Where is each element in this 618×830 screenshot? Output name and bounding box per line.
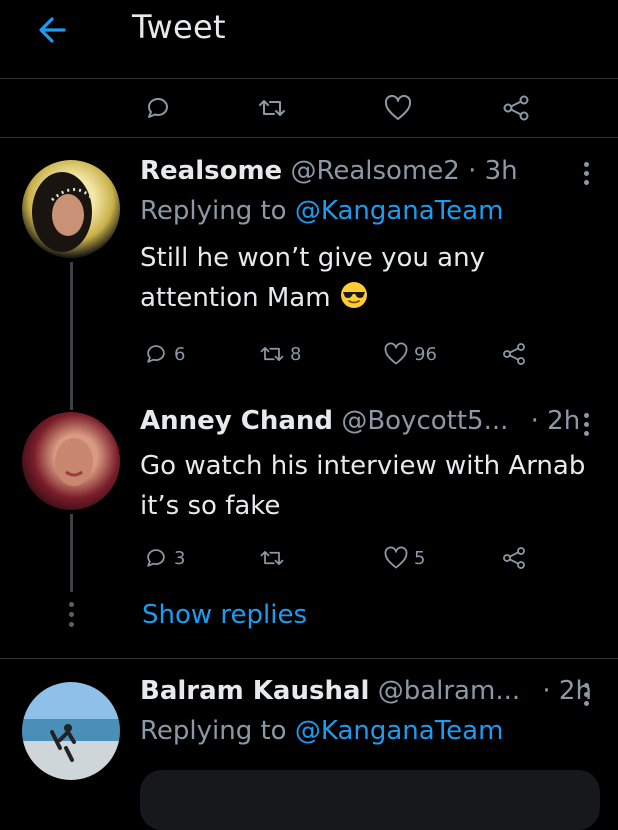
like-icon <box>382 340 410 368</box>
tweet-text: Still he won’t give you any attention Ma… <box>140 243 485 313</box>
author-handle: @Realsome2 · 3h <box>290 156 518 186</box>
like-button[interactable]: 5 <box>382 542 425 574</box>
author-name[interactable]: Realsome <box>140 156 282 186</box>
mention-link[interactable]: @KanganaTeam <box>295 716 504 746</box>
show-replies-link[interactable]: Show replies <box>142 600 307 630</box>
thread-line <box>70 262 73 410</box>
divider <box>0 658 618 659</box>
share-button[interactable] <box>500 338 528 370</box>
like-icon <box>382 544 410 572</box>
author-name[interactable]: Balram Kaushal <box>140 676 369 706</box>
more-options-icon[interactable] <box>581 683 591 707</box>
reply-icon <box>142 340 170 368</box>
share-icon <box>500 544 528 572</box>
like-button[interactable]: 96 <box>382 338 437 370</box>
tweet-header: Balram Kaushal @balram... · 2h <box>140 676 592 706</box>
top-bar: Tweet <box>0 0 618 79</box>
reply-button[interactable]: 6 <box>142 338 185 370</box>
reply-icon[interactable] <box>142 92 174 124</box>
media-card[interactable] <box>140 770 600 830</box>
tweet-text: Go watch his interview with Arnab it’s s… <box>140 451 586 521</box>
more-options-icon[interactable] <box>581 413 591 437</box>
replying-to: Replying to @KanganaTeam <box>140 196 504 226</box>
author-handle: @balram... <box>377 676 521 706</box>
avatar[interactable] <box>22 160 120 258</box>
retweet-button[interactable]: 8 <box>258 338 301 370</box>
page-title: Tweet <box>132 8 226 46</box>
share-button[interactable] <box>500 542 528 574</box>
avatar[interactable] <box>22 682 120 780</box>
thread-line <box>70 514 73 592</box>
back-arrow-icon[interactable] <box>34 12 70 48</box>
sunglasses-emoji-icon <box>339 280 369 310</box>
tweet-time: · 2h <box>530 406 581 436</box>
author-handle: @Boycott5... <box>341 406 509 436</box>
mention-link[interactable]: @KanganaTeam <box>295 196 504 226</box>
retweet-icon[interactable] <box>256 92 288 124</box>
tweet-header: Realsome @Realsome2 · 3h <box>140 156 518 186</box>
like-icon[interactable] <box>382 92 414 124</box>
main-tweet-action-bar <box>0 79 618 138</box>
thread-dots <box>66 602 76 632</box>
avatar[interactable] <box>22 412 120 510</box>
retweet-icon <box>258 340 286 368</box>
reply-icon <box>142 544 170 572</box>
reply-button[interactable]: 3 <box>142 542 185 574</box>
tweet-header: Anney Chand @Boycott5... · 2h <box>140 406 580 436</box>
retweet-button[interactable] <box>258 542 290 574</box>
author-name[interactable]: Anney Chand <box>140 406 333 436</box>
replying-to: Replying to @KanganaTeam <box>140 716 504 746</box>
retweet-icon <box>258 544 286 572</box>
share-icon <box>500 340 528 368</box>
more-options-icon[interactable] <box>581 162 591 186</box>
share-icon[interactable] <box>500 92 532 124</box>
